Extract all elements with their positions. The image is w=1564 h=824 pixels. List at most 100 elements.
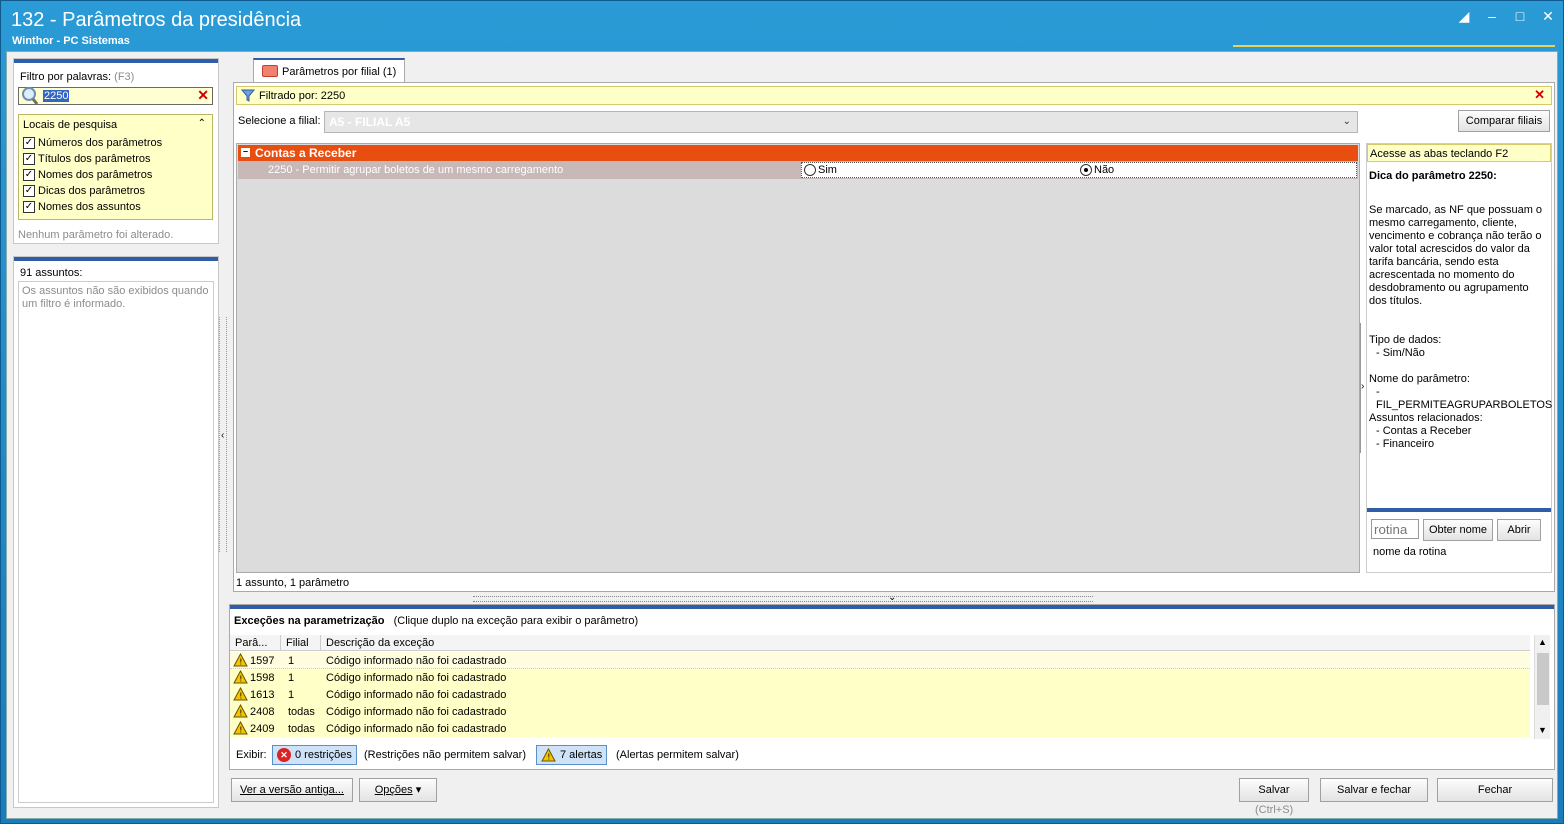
col-filial[interactable]: Filial [286,637,309,649]
options-button[interactable]: Opções ▾ [359,778,437,802]
clear-filtered-icon[interactable]: ✕ [1534,87,1545,103]
collapse-group-icon[interactable]: – [241,147,250,157]
funnel-icon [241,89,255,102]
grid-summary: 1 assunto, 1 parâmetro [236,577,350,589]
checkbox-param-titles[interactable]: ✓ Títulos dos parâmetros [23,153,151,165]
checkbox-param-hints[interactable]: ✓ Dicas dos parâmetros [23,185,145,197]
chevron-right-icon[interactable]: › [1361,381,1364,392]
exceptions-panel: Exceções na parametrização (Clique duplo… [229,604,1555,770]
param-row-2250[interactable]: 2250 - Permitir agrupar boletos de um me… [238,161,1358,179]
abrir-button[interactable]: Abrir [1497,519,1541,541]
svg-text:!: ! [239,692,242,701]
scroll-up-icon[interactable]: ▲ [1538,637,1547,647]
help-hint: Acesse as abas teclando F2 [1370,148,1509,160]
svg-text:!: ! [239,658,242,667]
alerts-toggle[interactable]: ! 7 alertas [536,745,608,765]
close-icon[interactable]: ✕ [1541,9,1555,23]
svg-text:!: ! [547,753,550,762]
checkbox-param-numbers[interactable]: ✓ Números dos parâmetros [23,137,162,149]
checkbox-checked-icon[interactable]: ✓ [23,153,35,165]
filtered-bar: Filtrado por: 2250 ✕ [236,86,1552,105]
warning-icon: ! [233,687,248,701]
help-text: Se marcado, as NF que possuam o mesmo ca… [1369,204,1543,307]
chevron-left-icon[interactable]: ‹ [221,430,224,441]
save-button[interactable]: Salvar [1239,778,1309,802]
exceptions-scrollbar[interactable]: ▲ ▼ [1534,635,1550,739]
clear-filter-icon[interactable]: ✕ [197,87,209,104]
save-and-close-button[interactable]: Salvar e fechar [1320,778,1428,802]
table-row[interactable]: ! 2409 todas Código informado não foi ca… [230,720,1530,737]
app-window: 132 - Parâmetros da presidência Winthor … [0,0,1564,824]
checkbox-checked-icon[interactable]: ✓ [23,137,35,149]
help-panel: Acesse as abas teclando F2 Dica do parâm… [1366,143,1552,573]
help-type-value: - Sim/Não [1376,347,1425,359]
old-version-button[interactable]: Ver a versão antiga... [231,778,353,802]
folder-icon [262,65,278,77]
warning-icon: ! [233,670,248,684]
subjects-note: Os assuntos não são exibidos quando um f… [22,285,209,310]
restore-icon[interactable]: ◢ [1457,9,1471,23]
table-header: Parâ... Filial Descrição da exceção [230,635,1530,651]
col-description[interactable]: Descrição da exceção [326,637,434,649]
radio-nao[interactable]: Não [1080,164,1114,176]
help-type-label: Tipo de dados: [1369,334,1442,346]
svg-text:!: ! [239,726,242,735]
exibir-label: Exibir: [236,749,267,761]
help-subject-item: - Contas a Receber [1376,425,1472,437]
minimize-icon[interactable]: – [1485,9,1499,23]
checkbox-checked-icon[interactable]: ✓ [23,201,35,213]
horizontal-splitter[interactable] [473,596,1093,602]
exceptions-subtitle: (Clique duplo na exceção para exibir o p… [393,615,639,627]
help-subjects-label: Assuntos relacionados: [1369,412,1483,424]
subjects-list[interactable]: Os assuntos não são exibidos quando um f… [18,281,214,803]
filter-value: 2250 [43,90,70,102]
rotina-input[interactable] [1371,519,1419,539]
client-area: Filtro por palavras: (F3) 2250 ✕ Locais … [6,51,1558,819]
warning-icon: ! [541,748,556,762]
checkbox-subject-names[interactable]: ✓ Nomes dos assuntos [23,201,141,213]
error-icon: ✕ [277,748,291,762]
filter-input[interactable]: 2250 ✕ [18,87,213,105]
filial-select[interactable]: A5 - FILIAL A5 ⌄ [324,111,1358,133]
param-value-editor: Sim Não [801,162,1357,178]
param-label: 2250 - Permitir agrupar boletos de um me… [268,164,564,176]
restrictions-toggle[interactable]: ✕ 0 restrições [272,745,357,765]
table-row[interactable]: ! 1598 1 Código informado não foi cadast… [230,669,1530,686]
scroll-down-icon[interactable]: ▼ [1538,725,1547,735]
window-subtitle: Winthor - PC Sistemas [12,35,130,47]
chevron-down-icon[interactable]: ⌄ [888,592,896,603]
obter-nome-button[interactable]: Obter nome [1423,519,1493,541]
dropdown-arrow-icon: ▾ [415,784,422,796]
help-name-label: Nome do parâmetro: [1369,373,1470,385]
restrictions-note: (Restrições não permitem salvar) [364,749,526,761]
checkbox-param-names[interactable]: ✓ Nomes dos parâmetros [23,169,152,181]
save-shortcut: (Ctrl+S) [1255,804,1294,816]
col-param[interactable]: Parâ... [235,637,267,649]
checkbox-checked-icon[interactable]: ✓ [23,185,35,197]
compare-filiais-button[interactable]: Comparar filiais [1458,110,1550,132]
table-row[interactable]: ! 1597 1 Código informado não foi cadast… [230,652,1530,669]
radio-checked-icon[interactable] [1080,164,1092,176]
scroll-thumb[interactable] [1537,653,1549,705]
collapse-icon[interactable]: ⌃ [198,118,206,129]
radio-unchecked-icon[interactable] [804,164,816,176]
svg-text:!: ! [239,709,242,718]
table-row[interactable]: ! 1613 1 Código informado não foi cadast… [230,686,1530,703]
alerts-note: (Alertas permitem salvar) [616,749,739,761]
no-change-note: Nenhum parâmetro foi alterado. [18,229,174,241]
checkbox-checked-icon[interactable]: ✓ [23,169,35,181]
table-row[interactable]: ! 2408 todas Código informado não foi ca… [230,703,1530,720]
group-row-contas-a-receber[interactable]: – Contas a Receber [238,145,1358,161]
tab-content: Filtrado por: 2250 ✕ Selecione a filial:… [233,82,1555,592]
search-locations: Locais de pesquisa ⌃ ✓ Números dos parâme… [18,114,213,220]
subjects-panel: 91 assuntos: Os assuntos não são exibido… [13,256,219,808]
radio-sim[interactable]: Sim [804,164,837,176]
close-button[interactable]: Fechar [1437,778,1553,802]
filtered-text: Filtrado por: 2250 [259,90,346,102]
search-locations-title: Locais de pesquisa [23,119,118,131]
title-bar: 132 - Parâmetros da presidência Winthor … [1,1,1563,51]
maximize-icon[interactable]: □ [1513,9,1527,23]
tab-parametros-por-filial[interactable]: Parâmetros por filial (1) [253,58,405,82]
exceptions-title: Exceções na parametrização [234,615,385,627]
warning-icon: ! [233,721,248,735]
